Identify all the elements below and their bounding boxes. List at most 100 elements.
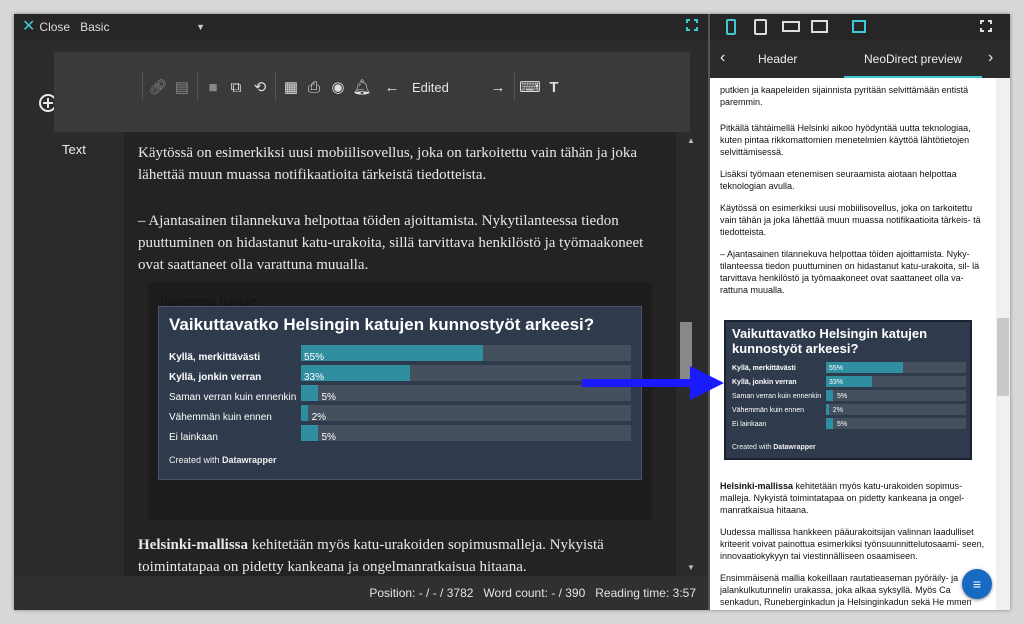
chart-bar bbox=[301, 345, 483, 361]
close-label: Close bbox=[39, 20, 71, 34]
preview-chart-category-label: Kyllä, merkittävästi bbox=[732, 365, 796, 372]
keyboard-icon[interactable]: ⌨ bbox=[519, 78, 541, 96]
bold-text: Helsinki-mallissa bbox=[720, 481, 794, 491]
preview-chart-value-label: 33% bbox=[829, 379, 844, 386]
preview-chart-footer: Created with Datawrapper bbox=[732, 444, 816, 451]
blue-arrow-annotation bbox=[582, 366, 724, 400]
scroll-up-icon[interactable]: ▲ bbox=[687, 136, 695, 145]
chart-category-label: Ei lainkaan bbox=[169, 432, 218, 443]
preview-scrollbar-thumb[interactable] bbox=[997, 318, 1009, 396]
menu-fab-button[interactable]: ≡ bbox=[962, 569, 992, 599]
preview-paragraph: putkien ja kaapeleiden sijainnista pyrit… bbox=[720, 85, 969, 107]
chevron-down-icon: ▼ bbox=[196, 22, 206, 32]
mode-select[interactable]: Basic ▼ bbox=[80, 20, 205, 34]
scroll-down-icon[interactable]: ▼ bbox=[687, 563, 695, 572]
reading-time: Reading time: 3:57 bbox=[595, 586, 696, 600]
toolbar-divider bbox=[275, 72, 276, 100]
preview-chart-bar-track: 5% bbox=[826, 390, 966, 401]
preview-chart-row: Kyllä, jonkin verran 33% bbox=[732, 376, 968, 387]
position-readout: Position: - / - / 3782 bbox=[369, 586, 474, 600]
comment-icon[interactable]: ▤ bbox=[172, 78, 192, 96]
preview-chart-row: Kyllä, merkittävästi 55% bbox=[732, 362, 968, 373]
text-size-icon[interactable]: T bbox=[544, 78, 564, 96]
chart-bar-track: 2% bbox=[301, 405, 631, 423]
chart-row: Saman verran kuin ennenkin 5% bbox=[169, 385, 631, 403]
editor-pane: ✕ Close Basic ▼ 🔗︎ ▤ ■ ⧉ ⟲ ▦ ⎙ ◉ 🔔︎ ← Ed… bbox=[14, 14, 708, 610]
tab-header[interactable]: Header bbox=[758, 52, 797, 66]
phone-icon[interactable] bbox=[726, 19, 736, 35]
tablet-icon[interactable] bbox=[754, 19, 767, 35]
article-body[interactable]: Käytössä on esimerkiksi uusi mobiilisove… bbox=[124, 132, 676, 576]
preview-chart-category-label: Ei lainkaan bbox=[732, 421, 767, 428]
chart-row: Kyllä, merkittävästi 55% bbox=[169, 345, 631, 363]
preview-chart-bar-track: 2% bbox=[826, 404, 966, 415]
toolbar-divider bbox=[142, 72, 143, 100]
preview-pane: ‹ Header NeoDirect preview › putkien ja … bbox=[710, 14, 1010, 610]
preview-chart-row: Ei lainkaan 5% bbox=[732, 418, 968, 429]
chevron-left-icon[interactable]: ‹ bbox=[720, 49, 725, 67]
chart-bar-track: 5% bbox=[301, 425, 631, 443]
paragraph[interactable]: Helsinki-mallissa kehitetään myös katu-u… bbox=[138, 534, 668, 576]
preview-paragraph: Helsinki-mallissa kehitetään myös katu-u… bbox=[720, 481, 965, 515]
preview-chart-title: Vaikuttavatko Helsingin katujen kunnosty… bbox=[732, 326, 928, 356]
copy-icon[interactable]: ⧉ bbox=[226, 78, 246, 96]
paragraph[interactable]: – Ajantasainen tilannekuva helpottaa töi… bbox=[138, 210, 668, 276]
arrow-back-icon[interactable]: ← bbox=[382, 78, 402, 96]
chart-footer: Created with Datawrapper bbox=[169, 455, 277, 465]
preview-chart-value-label: 5% bbox=[837, 393, 848, 400]
preview-paragraph: Uudessa mallissa hankkeen pääurakoitsija… bbox=[720, 527, 985, 561]
menu-icon: ≡ bbox=[972, 576, 982, 592]
chevron-right-icon[interactable]: › bbox=[988, 49, 993, 67]
preview-chart-row: Saman verran kuin ennenkin 5% bbox=[732, 390, 968, 401]
chart-row: Kyllä, jonkin verran 33% bbox=[169, 365, 631, 383]
preview-chart-bar bbox=[826, 418, 833, 429]
history-icon[interactable]: ⟲ bbox=[250, 78, 270, 96]
paragraph[interactable]: Käytössä on esimerkiksi uusi mobiilisove… bbox=[138, 142, 668, 186]
preview-content: putkien ja kaapeleiden sijainnista pyrit… bbox=[710, 78, 996, 610]
bold-text: Helsinki-mallissa bbox=[138, 537, 249, 553]
preview-chart-category-label: Vähemmän kuin ennen bbox=[732, 407, 804, 414]
preview-chart-category-label: Kyllä, jonkin verran bbox=[732, 379, 797, 386]
preview-icon[interactable]: ◉ bbox=[328, 78, 348, 96]
close-button[interactable]: ✕ Close bbox=[22, 19, 70, 35]
fullscreen-icon[interactable] bbox=[979, 19, 993, 33]
print-icon[interactable]: ⎙ bbox=[304, 78, 324, 96]
preview-paragraph: Käytössä on esimerkiksi uusi mobiilisove… bbox=[720, 203, 981, 237]
element-type-label: Text bbox=[62, 142, 86, 157]
preview-paragraph: Ensimmäisenä mallia kokeillaan rautatiea… bbox=[720, 573, 972, 610]
preview-chart-bar-track: 33% bbox=[826, 376, 966, 387]
tab-neodirect-preview[interactable]: NeoDirect preview bbox=[843, 52, 983, 78]
link-icon[interactable]: 🔗︎ bbox=[148, 78, 168, 96]
preview-paragraph: Lisäksi työmaan etenemisen seuraamista a… bbox=[720, 169, 957, 191]
preview-chart-bar bbox=[826, 390, 833, 401]
editor-scrollbar[interactable]: ▲ ▼ bbox=[676, 132, 708, 576]
preview-chart-category-label: Saman verran kuin ennenkin bbox=[732, 393, 822, 400]
notification-add-icon[interactable]: 🔔︎ bbox=[352, 78, 372, 96]
chart-embed[interactable]: Tuoreimmat tulokset Vaikuttavatko Helsin… bbox=[148, 282, 652, 520]
mode-select-value: Basic bbox=[80, 20, 110, 34]
arrow-forward-icon[interactable]: → bbox=[488, 78, 508, 96]
clipboard-icon[interactable]: ▦ bbox=[281, 78, 301, 96]
element-type-column: Text bbox=[14, 132, 124, 576]
preview-chart-bar-track: 55% bbox=[826, 362, 966, 373]
preview-paragraph: – Ajantasainen tilannekuva helpottaa töi… bbox=[720, 249, 980, 295]
laptop-icon[interactable] bbox=[782, 21, 800, 32]
preview-scrollbar[interactable] bbox=[996, 78, 1010, 610]
preview-tabs: ‹ Header NeoDirect preview › bbox=[710, 40, 1010, 78]
datawrapper-chart: Vaikuttavatko Helsingin katujen kunnosty… bbox=[158, 306, 642, 480]
desktop-icon[interactable] bbox=[811, 20, 828, 33]
chart-row: Vähemmän kuin ennen 2% bbox=[169, 405, 631, 423]
toolbar-divider bbox=[514, 72, 515, 100]
save-icon[interactable]: ■ bbox=[203, 78, 223, 96]
chart-bar-track: 55% bbox=[301, 345, 631, 363]
app-window: ✕ Close Basic ▼ 🔗︎ ▤ ■ ⧉ ⟲ ▦ ⎙ ◉ 🔔︎ ← Ed… bbox=[14, 14, 1010, 610]
preview-chart-value-label: 2% bbox=[832, 407, 843, 414]
close-icon: ✕ bbox=[22, 18, 36, 35]
toolbar-divider bbox=[197, 72, 198, 100]
chart-title: Vaikuttavatko Helsingin katujen kunnosty… bbox=[169, 315, 595, 334]
chart-bar bbox=[301, 425, 318, 441]
fullscreen-icon[interactable] bbox=[685, 18, 699, 32]
share-icon[interactable] bbox=[852, 20, 866, 33]
status-bar: Position: - / - / 3782 Word count: - / 3… bbox=[14, 576, 708, 610]
preview-paragraph: Pitkällä tähtäimellä Helsinki aikoo hyöd… bbox=[720, 123, 971, 157]
